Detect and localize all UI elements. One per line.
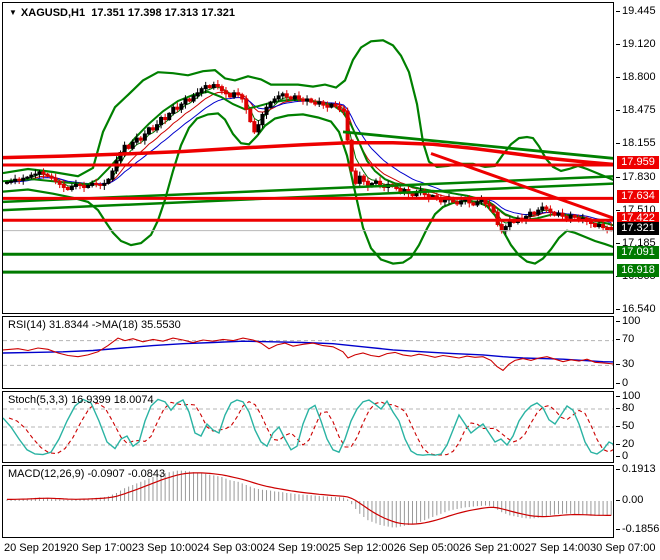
- axis-tick: [616, 11, 620, 12]
- main-chart-panel: ▼ XAGUSD,H1 17.351 17.398 17.313 17.321: [2, 2, 614, 314]
- axis-tick: [616, 529, 620, 530]
- macd-axis-label: 0.00: [622, 494, 644, 506]
- price-axis-label: 19.445: [622, 5, 656, 17]
- axis-tick: [616, 110, 620, 111]
- axis-tick: [616, 210, 620, 211]
- rsi-axis-label: 70: [622, 333, 635, 345]
- price-axis-label: 18.800: [622, 71, 656, 83]
- rsi-panel: RSI(14) 31.8344 ->MA(18) 35.5530: [2, 316, 614, 389]
- rsi-label: RSI(14) 31.8344 ->MA(18) 35.5530: [8, 319, 181, 331]
- stoch-axis-label: 50: [622, 420, 635, 432]
- ohlc-readout: 17.351 17.398 17.313 17.321: [91, 7, 235, 19]
- price-badge-black: 17.321: [617, 222, 659, 235]
- price-badge-green: 17.091: [617, 246, 659, 259]
- axis-tick: [616, 500, 620, 501]
- rsi-axis-label: 100: [622, 315, 641, 327]
- price-axis-label: 19.120: [622, 38, 656, 50]
- axis-tick: [616, 321, 620, 322]
- axis-tick: [616, 426, 620, 427]
- symbol-dropdown-icon[interactable]: ▼: [9, 8, 17, 17]
- price-axis-label: 16.540: [622, 303, 656, 315]
- time-axis-label: 26 Sep 05:00: [393, 542, 460, 554]
- axis-tick: [616, 469, 620, 470]
- axis-tick: [616, 77, 620, 78]
- stoch-axis-label: 100: [622, 390, 641, 402]
- price-axis-label: 17.830: [622, 171, 656, 183]
- axis-tick: [616, 143, 620, 144]
- axis-tick: [616, 444, 620, 445]
- axis-tick: [616, 177, 620, 178]
- macd-axis-label: 0.1913: [622, 463, 656, 475]
- axis-tick: [616, 339, 620, 340]
- time-axis-label: 27 Sep 14:00: [524, 542, 591, 554]
- time-axis-label: 24 Sep 03:00: [197, 542, 263, 554]
- axis-tick: [616, 243, 620, 244]
- axis-tick: [616, 408, 620, 409]
- time-axis-label: 20 Sep 2019: [4, 542, 67, 554]
- rsi-axis-label: 30: [622, 358, 635, 370]
- price-axis-label: 18.475: [622, 104, 656, 116]
- axis-tick: [616, 396, 620, 397]
- time-axis-label: 24 Sep 19:00: [262, 542, 329, 554]
- axis-tick: [616, 456, 620, 457]
- axis-tick: [616, 364, 620, 365]
- stoch-axis-label: 0: [622, 450, 629, 462]
- axis-tick: [616, 44, 620, 45]
- time-axis-label: 25 Sep 12:00: [328, 542, 394, 554]
- stoch-axis-label: 20: [622, 438, 635, 450]
- price-axis-label: 18.155: [622, 137, 656, 149]
- axis-tick: [616, 383, 620, 384]
- stoch-axis-label: 80: [622, 402, 635, 414]
- macd-axis-label: -0.1856: [622, 523, 660, 535]
- macd-panel: MACD(12,26,9) -0.0907 -0.0843: [2, 465, 614, 538]
- price-badge-red: 17.634: [617, 190, 659, 203]
- stochastic-label: Stoch(5,3,3) 16.9399 18.0074: [8, 394, 154, 406]
- time-axis-label: 23 Sep 10:00: [131, 542, 198, 554]
- time-axis-label: 30 Sep 07:00: [590, 542, 656, 554]
- price-badge-green: 16.918: [617, 264, 659, 277]
- stochastic-panel: Stoch(5,3,3) 16.9399 18.0074: [2, 391, 614, 463]
- price-axis: 19.445 19.120 18.800 18.475 18.155 17.830 17.5…: [616, 0, 660, 560]
- main-chart-canvas[interactable]: [3, 3, 613, 313]
- chart-title: ▼ XAGUSD,H1 17.351 17.398 17.313 17.321: [9, 7, 235, 19]
- chart-window: ▼ XAGUSD,H1 17.351 17.398 17.313 17.321 R…: [0, 0, 660, 560]
- price-badge-red: 17.959: [617, 156, 659, 169]
- time-axis-label: 26 Sep 21:00: [459, 542, 525, 554]
- time-axis-label: 20 Sep 17:00: [66, 542, 132, 554]
- time-axis: 20 Sep 2019 20 Sep 17:00 23 Sep 10:00 24 Se…: [2, 541, 655, 557]
- axis-tick: [616, 309, 620, 310]
- rsi-axis-label: 0: [622, 377, 629, 389]
- symbol-label: XAGUSD,H1: [20, 7, 86, 19]
- macd-label: MACD(12,26,9) -0.0907 -0.0843: [8, 468, 166, 480]
